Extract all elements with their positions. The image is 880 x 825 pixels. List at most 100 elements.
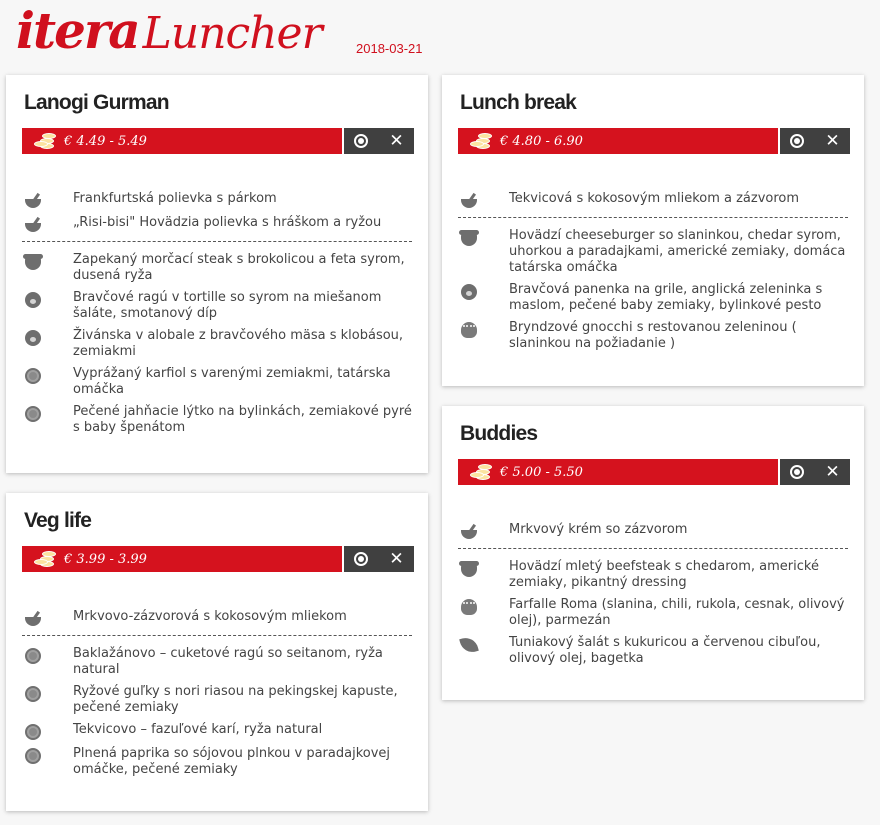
soup-icon bbox=[25, 193, 41, 209]
restaurant-card-lunch-break: Lunch break € 4.80 - 6.90 ✕ Tekvicová s … bbox=[442, 75, 864, 386]
dish-text: Bryndzové gnocchi s restovanou zeleninou… bbox=[509, 320, 797, 351]
dish-text: Mrkvový krém so zázvorom bbox=[509, 522, 688, 537]
restaurant-card-buddies: Buddies € 5.00 - 5.50 ✕ Mrkvový krém so … bbox=[442, 406, 864, 700]
main-dish-item: Plnená paprika so sójovou plnkou v parad… bbox=[22, 746, 412, 778]
main-dish-item: Bravčová panenka na grile, anglická zele… bbox=[458, 282, 848, 314]
soup-item: Mrkvový krém so zázvorom bbox=[458, 522, 848, 540]
globe-icon[interactable] bbox=[354, 134, 369, 148]
dish-text: Mrkvovo-zázvorová s kokosovým mliekom bbox=[73, 609, 347, 624]
dish-text: Hovädzí mletý beefsteak s chedarom, amer… bbox=[509, 559, 819, 590]
close-icon[interactable]: ✕ bbox=[825, 132, 839, 150]
coins-icon bbox=[470, 462, 494, 482]
plate-icon bbox=[25, 648, 41, 664]
plate-icon bbox=[25, 724, 41, 740]
dish-text: Bravčová panenka na grile, anglická zele… bbox=[509, 282, 823, 313]
menu-list: Frankfurtská polievka s párkom „Risi-bisi… bbox=[22, 191, 412, 442]
main-dish-item: Bravčové ragú v tortille so syrom na mie… bbox=[22, 290, 412, 322]
leaf-icon bbox=[459, 635, 479, 655]
menu-list: Mrkvovo-zázvorová s kokosovým mliekom Ba… bbox=[22, 609, 412, 784]
globe-icon[interactable] bbox=[790, 465, 805, 479]
globe-icon[interactable] bbox=[354, 552, 369, 566]
dish-text: Farfalle Roma (slanina, chili, rukola, c… bbox=[509, 597, 845, 628]
dish-text: Plnená paprika so sójovou plnkou v parad… bbox=[73, 746, 391, 777]
plate-icon bbox=[25, 368, 41, 384]
dish-text: Hovädzí cheeseburger so slaninkou, cheda… bbox=[509, 228, 846, 275]
close-icon[interactable]: ✕ bbox=[389, 132, 403, 150]
close-icon[interactable]: ✕ bbox=[389, 550, 403, 568]
globe-icon[interactable] bbox=[790, 134, 805, 148]
dish-text: Zapekaný morčací steak s brokolicou a fe… bbox=[73, 252, 405, 283]
menu-list: Mrkvový krém so zázvorom Hovädzí mletý b… bbox=[458, 522, 848, 673]
main-dish-item: Tuniakový šalát s kukuricou a červenou c… bbox=[458, 635, 848, 667]
dish-text: Frankfurtská polievka s párkom bbox=[73, 191, 277, 206]
dish-text: „Risi-bisi" Hovädzia polievka s hráškom … bbox=[73, 215, 382, 230]
close-icon[interactable]: ✕ bbox=[825, 463, 839, 481]
plate-icon bbox=[25, 406, 41, 422]
price-range: € 4.80 - 6.90 bbox=[500, 133, 583, 149]
dish-text: Živánska v alobale z bravčového mäsa s k… bbox=[73, 328, 404, 359]
main-dish-item: Pečené jahňacie lýtko na bylinkách, zemi… bbox=[22, 404, 412, 436]
dish-text: Tuniakový šalát s kukuricou a červenou c… bbox=[509, 635, 821, 666]
restaurant-name: Lanogi Gurman bbox=[24, 91, 170, 114]
main-dish-item: Baklažánovo – cuketové ragú so seitanom,… bbox=[22, 646, 412, 678]
coins-icon bbox=[34, 131, 58, 151]
pig-icon bbox=[461, 284, 477, 300]
price-bar: € 4.49 - 5.49 bbox=[22, 128, 342, 154]
header: itera Luncher 2018-03-21 bbox=[0, 0, 880, 64]
plate-icon bbox=[25, 748, 41, 764]
cow-icon bbox=[23, 254, 43, 270]
price-range: € 4.49 - 5.49 bbox=[64, 133, 147, 149]
soup-item: Tekvicová s kokosovým mliekom a zázvorom bbox=[458, 191, 848, 209]
price-range: € 3.99 - 3.99 bbox=[64, 551, 147, 567]
main-dish-item: Hovädzí mletý beefsteak s chedarom, amer… bbox=[458, 559, 848, 591]
logo-itera: itera bbox=[16, 1, 141, 60]
restaurant-card-veg-life: Veg life € 3.99 - 3.99 ✕ Mrkvovo-zázvoro… bbox=[6, 493, 428, 811]
soup-icon bbox=[25, 217, 41, 233]
main-dish-item: Živánska v alobale z bravčového mäsa s k… bbox=[22, 328, 412, 360]
coins-icon bbox=[34, 549, 58, 569]
main-dish-item: Bryndzové gnocchi s restovanou zeleninou… bbox=[458, 320, 848, 352]
coins-icon bbox=[470, 131, 494, 151]
cow-icon bbox=[459, 561, 479, 577]
dish-text: Tekvicová s kokosovým mliekom a zázvorom bbox=[509, 191, 800, 206]
main-dish-item: Vyprážaný karfiol s varenými zemiakmi, t… bbox=[22, 366, 412, 398]
cow-icon bbox=[459, 230, 479, 246]
dish-text: Ryžové guľky s nori riasou na pekingskej… bbox=[73, 684, 398, 715]
main-dish-item: Hovädzí cheeseburger so slaninkou, cheda… bbox=[458, 228, 848, 276]
soup-item: „Risi-bisi" Hovädzia polievka s hráškom … bbox=[22, 215, 412, 233]
card-actions: ✕ bbox=[780, 128, 850, 154]
card-actions: ✕ bbox=[344, 546, 414, 572]
pasta-icon bbox=[461, 322, 477, 338]
price-range: € 5.00 - 5.50 bbox=[500, 464, 583, 480]
restaurant-name: Veg life bbox=[24, 509, 92, 532]
menu-date: 2018-03-21 bbox=[356, 41, 423, 56]
pig-icon bbox=[25, 292, 41, 308]
soup-divider bbox=[22, 635, 412, 636]
main-dish-item: Tekvicovo – fazuľové karí, ryža natural bbox=[22, 722, 412, 740]
soup-divider bbox=[22, 241, 412, 242]
main-dish-item: Ryžové guľky s nori riasou na pekingskej… bbox=[22, 684, 412, 716]
restaurant-name: Lunch break bbox=[460, 91, 577, 114]
logo-luncher: Luncher bbox=[142, 8, 323, 59]
card-actions: ✕ bbox=[780, 459, 850, 485]
dish-text: Vyprážaný karfiol s varenými zemiakmi, t… bbox=[73, 366, 391, 397]
card-actions: ✕ bbox=[344, 128, 414, 154]
dish-text: Tekvicovo – fazuľové karí, ryža natural bbox=[73, 722, 323, 737]
restaurant-name: Buddies bbox=[460, 422, 538, 445]
pasta-icon bbox=[461, 599, 477, 615]
soup-item: Frankfurtská polievka s párkom bbox=[22, 191, 412, 209]
app-logo[interactable]: itera Luncher bbox=[16, 0, 323, 62]
price-bar: € 5.00 - 5.50 bbox=[458, 459, 778, 485]
soup-item: Mrkvovo-zázvorová s kokosovým mliekom bbox=[22, 609, 412, 627]
dish-text: Baklažánovo – cuketové ragú so seitanom,… bbox=[73, 646, 383, 677]
dish-text: Bravčové ragú v tortille so syrom na mie… bbox=[73, 290, 382, 321]
soup-divider bbox=[458, 217, 848, 218]
soup-icon bbox=[25, 611, 41, 627]
plate-icon bbox=[25, 686, 41, 702]
main-dish-item: Farfalle Roma (slanina, chili, rukola, c… bbox=[458, 597, 848, 629]
dish-text: Pečené jahňacie lýtko na bylinkách, zemi… bbox=[73, 404, 412, 435]
price-bar: € 4.80 - 6.90 bbox=[458, 128, 778, 154]
pig-icon bbox=[25, 330, 41, 346]
restaurant-card-lanogi-gurman: Lanogi Gurman € 4.49 - 5.49 ✕ Frankfurts… bbox=[6, 75, 428, 473]
soup-icon bbox=[461, 193, 477, 209]
